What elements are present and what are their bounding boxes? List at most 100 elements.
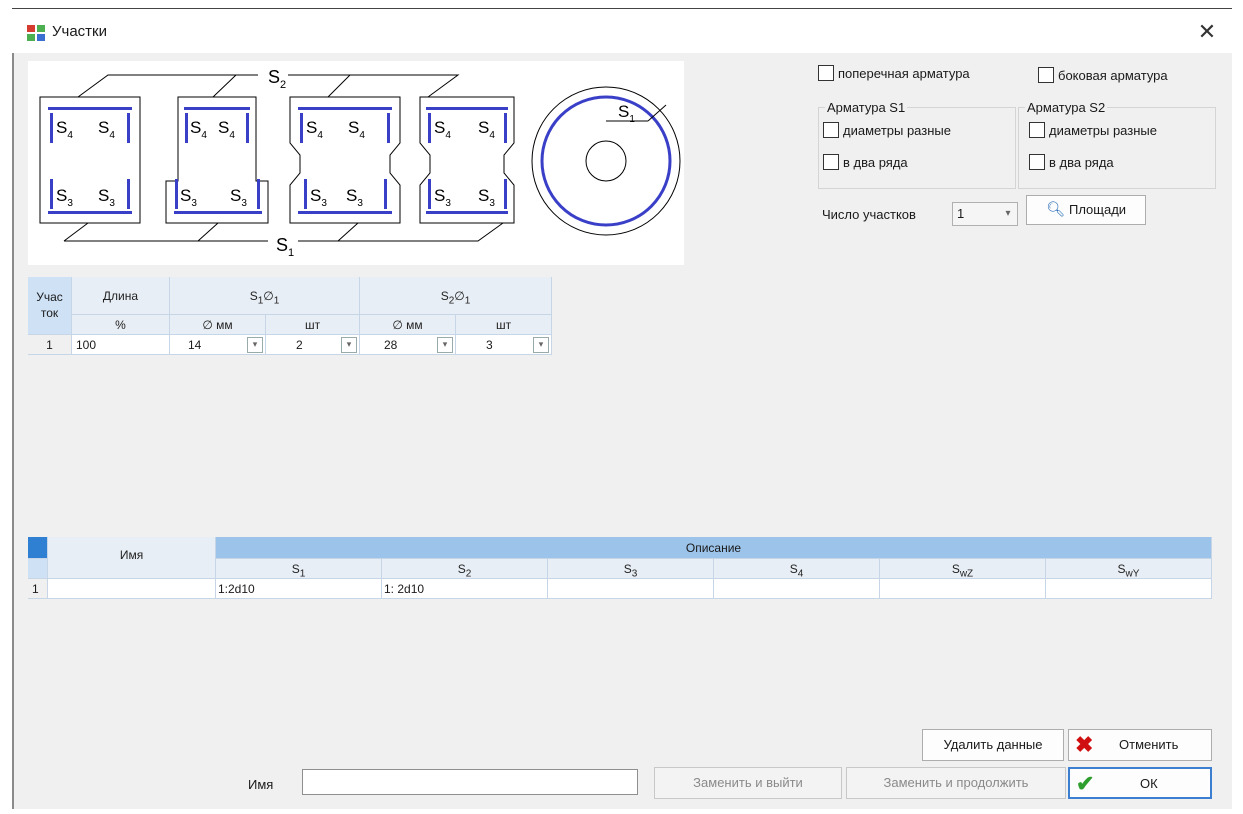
ok-button[interactable]: ✔ ОК [1068, 767, 1212, 799]
s2-mm-select[interactable]: 28 ▾ [360, 335, 456, 355]
header-col-s2: S2 [382, 559, 548, 579]
s1-pcs-select[interactable]: 2 ▾ [266, 335, 360, 355]
dialog-window: Участки ✕ S2 S1 S4 S4 S3 S3 S4 S4 S3 S3 … [12, 8, 1232, 809]
window-title: Участки [52, 23, 107, 40]
s1-desc-cell[interactable]: 1:2d10 [216, 579, 382, 599]
svg-text:S4: S4 [348, 118, 365, 141]
col-sub: 3 [631, 568, 638, 580]
s2-desc-cell[interactable]: 1: 2d10 [382, 579, 548, 599]
s2-pcs-value: 3 [486, 338, 493, 352]
chevron-down-icon[interactable]: ▾ [533, 337, 549, 353]
title-bar: Участки ✕ [12, 9, 1232, 53]
svg-text:S3: S3 [310, 186, 327, 209]
header-description: Описание [216, 537, 1212, 559]
chevron-down-icon[interactable]: ▾ [247, 337, 263, 353]
svg-text:S4: S4 [306, 118, 323, 141]
chevron-down-icon[interactable]: ▾ [341, 337, 357, 353]
checkbox-box[interactable] [1029, 122, 1045, 138]
s1-diff-diameters-checkbox[interactable]: диаметры разные [823, 122, 951, 138]
col-label: S [1117, 562, 1126, 576]
svg-text:S3: S3 [346, 186, 363, 209]
header-s1-pcs: шт [266, 315, 360, 335]
s4-desc-cell[interactable] [714, 579, 880, 599]
name-cell[interactable] [48, 579, 216, 599]
s2-two-rows-checkbox[interactable]: в два ряда [1029, 154, 1114, 170]
rebar-s1-title: Арматура S1 [825, 100, 908, 115]
col-label: S [789, 562, 798, 576]
header-name: Имя [48, 537, 216, 579]
header-s2-pcs: шт [456, 315, 552, 335]
header-s1-diam-sub: 1 [273, 295, 280, 307]
checkbox-box[interactable] [1029, 154, 1045, 170]
header-percent: % [72, 315, 170, 335]
s2-two-rows-label: в два ряда [1049, 154, 1114, 170]
rebar-s1-group: Арматура S1 диаметры разные в два ряда [818, 100, 1016, 189]
s2-pcs-select[interactable]: 3 ▾ [456, 335, 552, 355]
header-col-swz: SwZ [880, 559, 1046, 579]
s2-diff-diameters-checkbox[interactable]: диаметры разные [1029, 122, 1157, 138]
length-cell[interactable]: 100 [72, 335, 170, 355]
svg-text:S4: S4 [478, 118, 495, 141]
header-s2-diam-sub: 1 [464, 295, 471, 307]
s1-diff-diameters-label: диаметры разные [843, 122, 951, 138]
cancel-button[interactable]: ✖ Отменить [1068, 729, 1212, 761]
app-icon [27, 25, 45, 41]
header-s1-label: S [249, 289, 258, 303]
name-input[interactable] [302, 769, 638, 795]
s1-mm-select[interactable]: 14 ▾ [170, 335, 266, 355]
diameter-icon: ∅ [263, 289, 274, 303]
swz-desc-cell[interactable] [880, 579, 1046, 599]
chevron-down-icon[interactable]: ▾ [999, 203, 1017, 225]
section-count-label: Число участков [822, 207, 916, 222]
checkbox-box[interactable] [818, 65, 834, 81]
label-s2: S2 [268, 67, 286, 91]
col-label: S [623, 562, 632, 576]
s3-desc-cell[interactable] [548, 579, 714, 599]
transverse-rebar-checkbox[interactable]: поперечная арматура [818, 65, 970, 81]
svg-text:S3: S3 [180, 186, 197, 209]
checkmark-icon: ✔ [1076, 771, 1095, 796]
cancel-x-icon: ✖ [1075, 732, 1094, 757]
section-count-value: 1 [957, 206, 965, 221]
header-s2-mm: ∅ мм [360, 315, 456, 335]
col-sub: wZ [959, 568, 974, 580]
svg-text:S3: S3 [56, 186, 73, 209]
col-label: S [291, 562, 300, 576]
close-icon[interactable]: ✕ [1192, 17, 1222, 47]
s2-mm-value: 28 [384, 338, 398, 352]
header-s2-label: S [440, 289, 449, 303]
section-diagram-svg: S2 S1 S4 S4 S3 S3 S4 S4 S3 S3 S4 S4 S3 S… [39, 67, 681, 259]
header-col-s1: S1 [216, 559, 382, 579]
replace-exit-button[interactable]: Заменить и выйти [654, 767, 842, 799]
s1-two-rows-label: в два ряда [843, 154, 908, 170]
diameter-icon: ∅ [454, 289, 465, 303]
transverse-rebar-label: поперечная арматура [838, 65, 970, 81]
checkbox-box[interactable] [823, 154, 839, 170]
rebar-s2-title: Арматура S2 [1025, 100, 1108, 115]
header-section: Учас ток [28, 277, 72, 335]
row-number: 1 [28, 579, 48, 599]
svg-text:S4: S4 [434, 118, 451, 141]
checkbox-box[interactable] [823, 122, 839, 138]
s1-two-rows-checkbox[interactable]: в два ряда [823, 154, 908, 170]
areas-button[interactable]: 🔍︎ Площади [1026, 195, 1146, 225]
delete-data-button[interactable]: Удалить данные [922, 729, 1064, 761]
replace-continue-button[interactable]: Заменить и продолжить [846, 767, 1066, 799]
rebar-s2-group: Арматура S2 диаметры разные в два ряда [1018, 100, 1216, 189]
col-sub: 1 [299, 568, 306, 580]
section-count-combo[interactable]: 1 ▾ [952, 202, 1018, 226]
select-all-corner[interactable] [28, 537, 48, 559]
col-sub: 4 [797, 568, 804, 580]
svg-text:S4: S4 [190, 118, 207, 141]
chevron-down-icon[interactable]: ▾ [437, 337, 453, 353]
header-col-s3: S3 [548, 559, 714, 579]
svg-text:S3: S3 [434, 186, 451, 209]
magnifier-icon: 🔍︎ [1045, 201, 1065, 218]
checkbox-box[interactable] [1038, 67, 1054, 83]
swy-desc-cell[interactable] [1046, 579, 1212, 599]
section-diagram: S2 S1 S4 S4 S3 S3 S4 S4 S3 S3 S4 S4 S3 S… [28, 61, 684, 265]
svg-text:S4: S4 [56, 118, 73, 141]
svg-text:S1: S1 [618, 102, 635, 125]
svg-text:S4: S4 [98, 118, 115, 141]
side-rebar-checkbox[interactable]: боковая арматура [1038, 67, 1168, 83]
